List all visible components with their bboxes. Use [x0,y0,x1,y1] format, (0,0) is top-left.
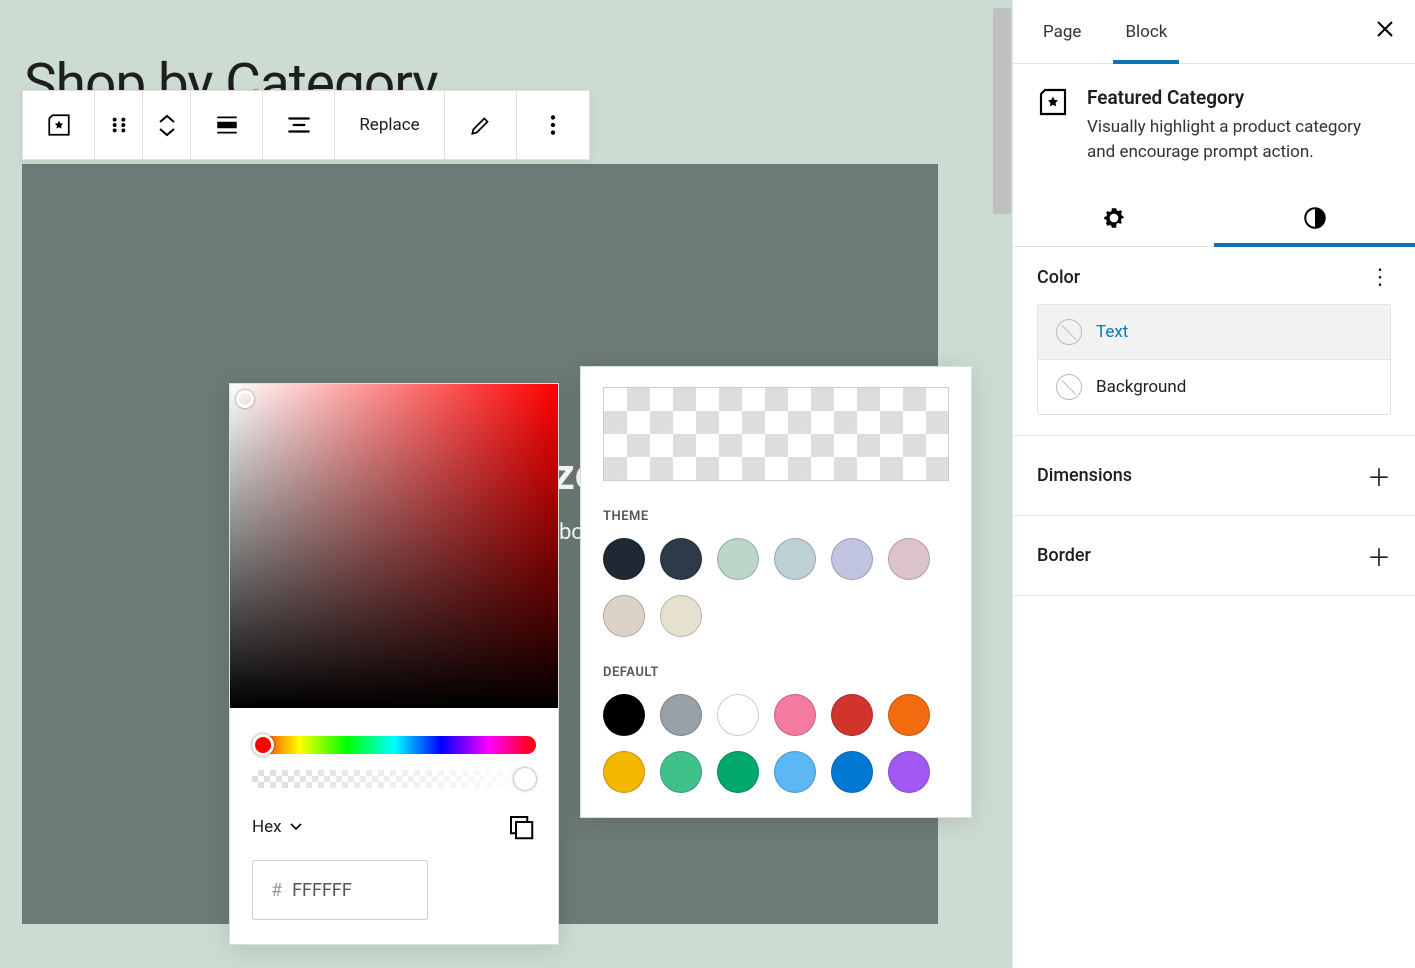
color-format-select[interactable]: Hex [252,817,304,837]
hex-input[interactable]: # FFFFFF [252,860,428,920]
color-picker-popover: Hex # FFFFFF [229,383,559,945]
copy-icon[interactable] [506,812,536,842]
dimensions-label: Dimensions [1037,465,1132,486]
color-panel-more[interactable]: ⋮ [1369,272,1391,283]
plus-icon: ＋ [1367,538,1391,573]
default-swatch-row [603,694,949,793]
content-align-button[interactable] [263,91,335,159]
text-color-indicator [1056,319,1082,345]
color-panel: Color ⋮ Text Background [1013,247,1415,436]
align-center-icon [286,112,312,138]
hue-slider[interactable] [252,736,536,754]
tab-styles[interactable] [1214,190,1415,246]
block-card: Featured Category Visually highlight a p… [1013,64,1415,186]
background-color-indicator [1056,374,1082,400]
color-options: Text Background [1037,304,1391,415]
align-full-icon [214,112,240,138]
theme-heading: THEME [603,509,949,524]
more-options-button[interactable] [517,91,589,159]
chevron-up-icon [158,113,176,125]
plus-icon: ＋ [1367,458,1391,493]
color-option-text[interactable]: Text [1038,305,1390,359]
background-label: Background [1096,377,1186,397]
color-option-background[interactable]: Background [1038,359,1390,414]
saturation-area[interactable] [230,384,558,708]
color-swatch[interactable] [888,751,930,793]
color-swatch[interactable] [603,751,645,793]
color-palette-popover: THEME DEFAULT [580,366,972,818]
color-swatch[interactable] [774,538,816,580]
color-swatch[interactable] [774,694,816,736]
color-swatch[interactable] [888,694,930,736]
align-button[interactable] [191,91,263,159]
theme-swatch-row [603,538,949,637]
settings-sidebar: Page Block Featured Category Visually hi… [1012,0,1415,968]
pencil-icon [468,112,494,138]
color-heading: Color [1037,267,1080,288]
color-swatch[interactable] [717,694,759,736]
chevron-down-icon [288,819,304,835]
border-label: Border [1037,545,1091,566]
edit-button[interactable] [445,91,517,159]
styles-icon [1302,205,1328,231]
replace-button[interactable]: Replace [335,91,445,159]
hex-hash: # [271,880,282,901]
color-swatch[interactable] [717,751,759,793]
inspector-tabs [1013,190,1415,247]
alpha-handle[interactable] [514,768,536,790]
color-swatch[interactable] [660,694,702,736]
featured-category-icon [46,112,72,138]
color-format-label: Hex [252,817,282,837]
tab-settings[interactable] [1013,190,1214,246]
color-swatch[interactable] [603,595,645,637]
color-swatch[interactable] [774,751,816,793]
tab-page[interactable]: Page [1021,0,1103,63]
block-card-desc: Visually highlight a product category an… [1087,115,1391,164]
drag-icon [106,112,132,138]
scrollbar-thumb[interactable] [993,8,1011,214]
text-label: Text [1096,322,1128,342]
chevron-down-icon [158,126,176,138]
move-updown[interactable] [143,91,191,159]
featured-category-icon [1037,86,1069,118]
alpha-slider[interactable] [252,770,536,788]
close-icon [1375,19,1395,39]
sidebar-tabs: Page Block [1013,0,1415,64]
block-toolbar: Replace [22,90,590,160]
color-swatch[interactable] [717,538,759,580]
drag-handle[interactable] [95,91,143,159]
hex-value: FFFFFF [292,880,352,901]
editor-canvas: Shop by Category Uncategorized Find the … [0,0,1012,968]
color-swatch[interactable] [888,538,930,580]
tab-block[interactable]: Block [1103,0,1189,63]
color-swatch[interactable] [660,595,702,637]
color-swatch[interactable] [660,751,702,793]
color-swatch[interactable] [603,538,645,580]
dimensions-panel[interactable]: Dimensions ＋ [1013,436,1415,516]
block-card-title: Featured Category [1087,86,1391,109]
color-swatch[interactable] [831,751,873,793]
default-heading: DEFAULT [603,665,949,680]
border-panel[interactable]: Border ＋ [1013,516,1415,596]
close-sidebar-button[interactable] [1363,19,1407,45]
replace-label: Replace [359,115,419,135]
color-swatch[interactable] [660,538,702,580]
color-swatch[interactable] [831,694,873,736]
block-type-button[interactable] [23,91,95,159]
color-swatch[interactable] [603,694,645,736]
saturation-handle[interactable] [236,390,254,408]
color-preview[interactable] [603,387,949,481]
color-swatch[interactable] [831,538,873,580]
more-vertical-icon [540,112,566,138]
hue-handle[interactable] [252,734,274,756]
gear-icon [1101,205,1127,231]
